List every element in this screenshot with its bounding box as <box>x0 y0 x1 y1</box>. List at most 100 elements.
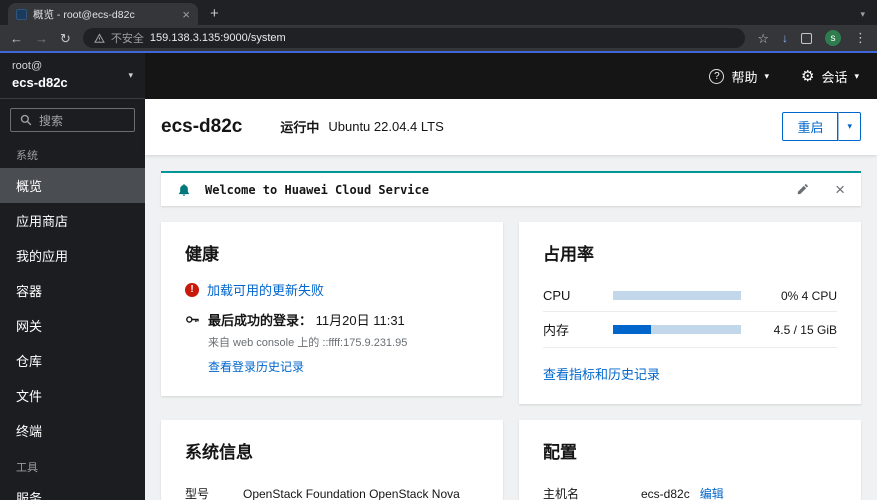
bookmark-star-icon[interactable]: ☆ <box>757 32 769 45</box>
banner-close-icon[interactable]: × <box>835 181 845 198</box>
os-version: Ubuntu 22.04.4 LTS <box>328 119 444 134</box>
page-body: Welcome to Huawei Cloud Service × 健康 ! 加… <box>145 155 877 500</box>
cpu-value: 0% 4 CPU <box>780 288 837 303</box>
edit-motd-icon[interactable] <box>796 183 809 196</box>
motd-message: Welcome to Huawei Cloud Service <box>205 182 429 197</box>
metrics-history-link[interactable]: 查看指标和历史记录 <box>543 364 660 383</box>
model-label: 型号 <box>185 487 210 500</box>
forward-icon[interactable]: → <box>35 32 48 45</box>
session-label: 会话 <box>821 69 848 85</box>
configuration-card: 配置 主机名 ecs-d82c 编辑 系统时间 2024年11月20日 17:1… <box>519 420 861 500</box>
help-caret-icon: ▾ <box>764 70 769 81</box>
help-label: 帮助 <box>731 69 758 85</box>
health-card: 健康 ! 加载可用的更新失败 最后成功的登录： 11月20日 11:31 来自 … <box>161 222 503 396</box>
new-tab-button[interactable]: + <box>210 5 219 22</box>
sidebar-item-gateway[interactable]: 网关 <box>0 308 145 343</box>
nav-section-system: 系统 <box>16 150 38 163</box>
restart-button[interactable]: 重启 <box>782 112 839 141</box>
nav-section-tools: 工具 <box>16 462 38 475</box>
tab-title: 概览 - root@ecs-d82c <box>33 8 135 21</box>
last-login-time: 11月20日 11:31 <box>315 313 405 328</box>
overview-cards: 健康 ! 加载可用的更新失败 最后成功的登录： 11月20日 11:31 来自 … <box>161 222 861 500</box>
restart-caret-icon[interactable]: ▾ <box>838 112 861 141</box>
model-row: 型号 OpenStack Foundation OpenStack Nova <box>185 478 479 500</box>
memory-usage-row: 内存 4.5 / 15 GiB <box>543 312 837 348</box>
restart-split-button: 重启 ▾ <box>782 112 861 141</box>
model-value: OpenStack Foundation OpenStack Nova <box>243 487 460 500</box>
sidebar-item-services[interactable]: 服务 <box>0 480 145 500</box>
session-caret-icon: ▾ <box>854 70 859 81</box>
motd-banner: Welcome to Huawei Cloud Service × <box>161 171 861 206</box>
search-icon <box>20 114 32 126</box>
sidebar-item-containers[interactable]: 容器 <box>0 273 145 308</box>
usage-card-title: 占用率 <box>543 245 594 264</box>
sidebar-item-my-apps[interactable]: 我的应用 <box>0 238 145 273</box>
main-column: ? 帮助 ▾ ⚙ 会话 ▾ ecs-d82c 运行中 Ubuntu 22.04.… <box>145 53 877 500</box>
health-card-title: 健康 <box>185 245 219 264</box>
back-icon[interactable]: ← <box>10 32 23 45</box>
hostname-value: ecs-d82c <box>641 487 690 500</box>
browser-profile-avatar[interactable]: s <box>825 30 841 46</box>
browser-tab-strip: 概览 - root@ecs-d82c × + ▾ <box>0 0 877 25</box>
screen: 概览 - root@ecs-d82c × + ▾ ← → ↻ 不安全 159.1… <box>0 0 877 500</box>
cpu-usage-row: CPU 0% 4 CPU <box>543 280 837 312</box>
sidebar-item-overview[interactable]: 概览 <box>0 168 145 204</box>
sidebar: root@ ecs-d82c ▾ 搜索 系统 概览 应用商店 我的应用 容器 网… <box>0 53 145 500</box>
toolbar-actions: ☆ ↓ s ⋮ <box>757 30 867 46</box>
page-title: ecs-d82c <box>161 115 243 137</box>
tab-close-icon[interactable]: × <box>182 8 190 21</box>
memory-label: 内存 <box>543 323 570 338</box>
masthead: ? 帮助 ▾ ⚙ 会话 ▾ <box>145 53 877 99</box>
login-history-link[interactable]: 查看登录历史记录 <box>208 360 304 374</box>
sidebar-nav: 系统 概览 应用商店 我的应用 容器 网关 仓库 文件 终端 工具 服务 日志 <box>0 136 145 500</box>
usage-card: 占用率 CPU 0% 4 CPU 内存 4.5 / 15 GiB 查看指标和历史… <box>519 222 861 404</box>
address-bar[interactable]: 不安全 159.138.3.135:9000/system <box>82 28 746 48</box>
bell-icon <box>177 183 191 197</box>
edit-hostname-link[interactable]: 编辑 <box>700 485 724 500</box>
url-text: 159.138.3.135:9000/system <box>149 32 286 44</box>
logged-in-user: root@ <box>12 60 43 72</box>
hostname-label: 主机名 <box>543 487 580 500</box>
browser-menu-icon[interactable]: ⋮ <box>854 30 867 46</box>
host-identity: root@ ecs-d82c <box>12 59 68 91</box>
cpu-progressbar <box>613 291 741 300</box>
host-switcher[interactable]: root@ ecs-d82c ▾ <box>0 53 145 100</box>
error-icon: ! <box>185 282 199 297</box>
sidebar-search-input[interactable]: 搜索 <box>10 108 135 133</box>
download-icon[interactable]: ↓ <box>782 31 788 45</box>
system-info-card: 系统信息 型号 OpenStack Foundation OpenStack N… <box>161 420 503 500</box>
sidebar-item-terminal[interactable]: 终端 <box>0 413 145 448</box>
memory-value: 4.5 / 15 GiB <box>773 322 837 337</box>
running-state: 运行中 <box>280 120 320 135</box>
configuration-title: 配置 <box>543 443 577 462</box>
memory-progressbar <box>613 325 741 334</box>
session-menu-button[interactable]: ⚙ 会话 ▾ <box>801 67 859 86</box>
sidebar-item-app-store[interactable]: 应用商店 <box>0 203 145 238</box>
hostname-row: 主机名 ecs-d82c 编辑 <box>543 478 837 500</box>
reload-icon[interactable]: ↻ <box>60 32 71 45</box>
tab-search-chevron-icon[interactable]: ▾ <box>860 9 865 20</box>
system-info-title: 系统信息 <box>185 443 253 462</box>
security-label[interactable]: 不安全 <box>111 30 144 46</box>
gear-icon: ⚙ <box>801 67 815 85</box>
cockpit-app: root@ ecs-d82c ▾ 搜索 系统 概览 应用商店 我的应用 容器 网… <box>0 53 877 500</box>
extensions-icon[interactable] <box>801 32 812 44</box>
last-login-row: 最后成功的登录： 11月20日 11:31 <box>185 310 479 329</box>
updates-failed-link[interactable]: 加载可用的更新失败 <box>207 280 324 299</box>
not-secure-warning-icon[interactable] <box>94 32 105 44</box>
last-login-label: 最后成功的登录： <box>208 313 313 328</box>
cpu-label: CPU <box>543 288 571 303</box>
last-login-text: 最后成功的登录： 11月20日 11:31 <box>208 310 405 329</box>
help-menu-button[interactable]: ? 帮助 ▾ <box>709 67 769 86</box>
sidebar-item-repository[interactable]: 仓库 <box>0 343 145 378</box>
login-source: 来自 web console 上的 ::ffff:175.9.231.95 <box>208 337 408 349</box>
search-placeholder: 搜索 <box>39 113 64 128</box>
host-switcher-caret-icon: ▾ <box>128 69 133 80</box>
key-icon <box>185 312 200 327</box>
browser-toolbar: ← → ↻ 不安全 159.138.3.135:9000/system ☆ ↓ … <box>0 25 877 51</box>
help-icon: ? <box>709 68 725 84</box>
sidebar-item-files[interactable]: 文件 <box>0 378 145 413</box>
site-favicon <box>16 8 27 20</box>
updates-status-row: ! 加载可用的更新失败 <box>185 280 479 299</box>
browser-tab[interactable]: 概览 - root@ecs-d82c × <box>8 3 198 25</box>
